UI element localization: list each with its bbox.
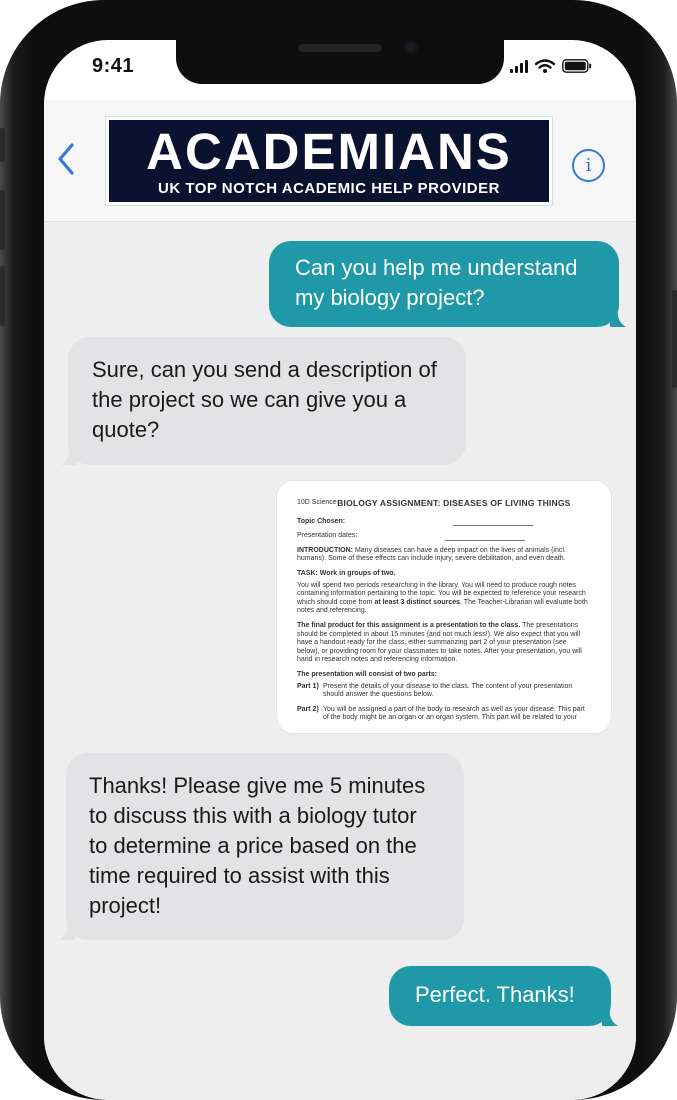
status-icons bbox=[510, 59, 592, 73]
message-bubble-incoming: Thanks! Please give me 5 minutes to disc… bbox=[59, 753, 464, 940]
logo-title: ACADEMIANS bbox=[146, 123, 512, 180]
status-time: 9:41 bbox=[92, 55, 135, 77]
message-text: Thanks! Please give me 5 minutes to disc… bbox=[89, 773, 426, 918]
doc-part1-text: Present the details of your disease to t… bbox=[323, 682, 573, 699]
front-camera bbox=[404, 40, 418, 54]
doc-course: 10D Science bbox=[297, 499, 337, 506]
doc-topic-label: Topic Chosen: bbox=[297, 517, 346, 525]
message-bubble-outgoing: Perfect. Thanks! bbox=[389, 966, 618, 1026]
doc-dates-label: Presentation dates: bbox=[297, 532, 358, 540]
doc-task-label: TASK: Work in groups of two. bbox=[297, 569, 396, 577]
doc-parts-label: The presentation will consist of two par… bbox=[297, 670, 438, 678]
bubble-tail bbox=[59, 922, 75, 940]
earpiece-speaker bbox=[298, 44, 382, 52]
volume-down-button bbox=[0, 266, 5, 326]
image-attachment[interactable]: 10D Science BIOLOGY ASSIGNMENT: DISEASES… bbox=[277, 481, 611, 733]
volume-up-button bbox=[0, 190, 5, 250]
bubble-tail bbox=[610, 309, 626, 327]
bubble-tail bbox=[602, 1008, 618, 1026]
message-text: Can you help me understand my biology pr… bbox=[295, 255, 578, 310]
cellular-signal-icon bbox=[510, 60, 528, 73]
doc-part2-text: You will be assigned a part of the body … bbox=[323, 705, 585, 722]
phone-screen: 9:41 ACADEMIANS UK TOP NOTCH ACADEMIC HE… bbox=[44, 40, 636, 1100]
doc-part2-label: Part 2) bbox=[297, 705, 319, 713]
phone-frame: 9:41 ACADEMIANS UK TOP NOTCH ACADEMIC HE… bbox=[0, 0, 677, 1100]
bubble-tail bbox=[61, 447, 77, 465]
message-text: Perfect. Thanks! bbox=[415, 982, 575, 1007]
wifi-icon bbox=[535, 59, 555, 73]
message-thread: Can you help me understand my biology pr… bbox=[44, 222, 636, 1100]
chat-header: ACADEMIANS UK TOP NOTCH ACADEMIC HELP PR… bbox=[44, 100, 636, 222]
notch bbox=[176, 40, 504, 84]
mute-switch bbox=[0, 128, 5, 162]
doc-part1-label: Part 1) bbox=[297, 682, 319, 690]
battery-icon bbox=[562, 59, 592, 73]
doc-title: BIOLOGY ASSIGNMENT: DISEASES OF LIVING T… bbox=[337, 498, 571, 508]
academians-logo: ACADEMIANS UK TOP NOTCH ACADEMIC HELP PR… bbox=[106, 117, 552, 205]
doc-intro-label: INTRODUCTION: bbox=[297, 546, 353, 554]
message-bubble-incoming: Sure, can you send a description of the … bbox=[61, 337, 466, 465]
message-text: Sure, can you send a description of the … bbox=[92, 357, 437, 442]
chevron-left-icon[interactable] bbox=[56, 142, 76, 185]
info-icon[interactable]: i bbox=[572, 149, 605, 182]
doc-task-bold: at least 3 distinct sources bbox=[374, 598, 461, 606]
power-button bbox=[672, 290, 677, 388]
logo-subtitle: UK TOP NOTCH ACADEMIC HELP PROVIDER bbox=[158, 180, 500, 197]
doc-final-bold: The final product for this assignment is… bbox=[297, 621, 521, 629]
assignment-document: 10D Science BIOLOGY ASSIGNMENT: DISEASES… bbox=[277, 481, 611, 723]
message-bubble-outgoing: Can you help me understand my biology pr… bbox=[269, 241, 626, 327]
